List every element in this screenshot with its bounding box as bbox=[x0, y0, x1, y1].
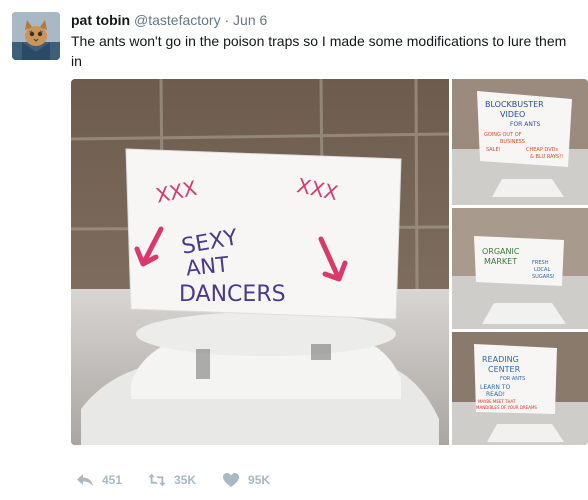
thumb1-extra3: SALE! bbox=[486, 147, 501, 153]
like-button[interactable]: 95K bbox=[222, 472, 270, 488]
thumb1-line2: VIDEO bbox=[500, 110, 525, 119]
like-count: 95K bbox=[248, 473, 271, 487]
retweet-count: 35K bbox=[174, 473, 197, 487]
tweet-date[interactable]: Jun 6 bbox=[233, 12, 267, 28]
thumb3-extra1: LEARN TO bbox=[480, 384, 510, 391]
user-handle[interactable]: @tastefactory bbox=[134, 12, 221, 28]
thumb2-extra3: SUGARS! bbox=[532, 274, 555, 280]
thumb3-extra4: MANDIBLES OF YOUR DREAMS bbox=[476, 405, 537, 410]
thumb3-line1: READING bbox=[482, 355, 519, 364]
photo-thumbnail-1[interactable]: BLOCKBUSTER VIDEO FOR ANTS GOING OUT OF … bbox=[452, 79, 588, 205]
reply-count: 451 bbox=[102, 473, 123, 487]
sign-line3: DANCERS bbox=[179, 282, 286, 307]
thumb1-line3: FOR ANTS bbox=[510, 121, 541, 128]
photo-main[interactable]: XXX XXX SEXY ANT DANCERS bbox=[71, 79, 449, 445]
media-grid: XXX XXX SEXY ANT DANCERS BLOCKBUSTER VID… bbox=[71, 79, 588, 445]
heart-icon bbox=[223, 473, 240, 487]
thumb3-line3: FOR ANTS bbox=[500, 376, 525, 382]
photo-thumbnail-2[interactable]: ORGANIC MARKET FRESH LOCAL SUGARS! bbox=[452, 208, 588, 329]
reply-button[interactable]: 451 bbox=[76, 472, 122, 488]
thumb3-extra3: MAYBE MEET THAT bbox=[478, 399, 516, 404]
tweet-actions: 451 35K 95K bbox=[76, 470, 296, 490]
separator-dot: · bbox=[224, 12, 230, 28]
thumb1-extra1: GOING OUT OF bbox=[484, 132, 522, 138]
thumb1-extra2: BUSINESS bbox=[500, 139, 525, 145]
photo-thumbnail-3[interactable]: READING CENTER FOR ANTS LEARN TO READ! M… bbox=[452, 332, 588, 445]
reply-icon bbox=[77, 474, 93, 486]
tweet-text: The ants won't go in the poison traps so… bbox=[71, 33, 567, 69]
sign-line2: ANT bbox=[185, 252, 230, 280]
thumb2-line1: ORGANIC bbox=[482, 247, 520, 256]
thumb2-extra1: FRESH bbox=[532, 260, 549, 266]
tweet-header: pat tobin @tastefactory · Jun 6 bbox=[71, 11, 267, 29]
thumb2-extra2: LOCAL bbox=[534, 267, 550, 273]
user-name[interactable]: pat tobin bbox=[71, 12, 130, 28]
thumb3-extra2: READ! bbox=[486, 391, 505, 398]
avatar[interactable] bbox=[12, 12, 60, 60]
retweet-button[interactable]: 35K bbox=[148, 472, 196, 488]
thumb1-extra5: & BLU RAYS!! bbox=[530, 154, 563, 160]
thumb1-extra4: CHEAP DVDs bbox=[526, 147, 558, 153]
retweet-icon bbox=[148, 473, 166, 487]
thumb3-line2: CENTER bbox=[488, 365, 521, 374]
thumb1-line1: BLOCKBUSTER bbox=[485, 100, 544, 109]
thumb2-line2: MARKET bbox=[484, 257, 517, 266]
